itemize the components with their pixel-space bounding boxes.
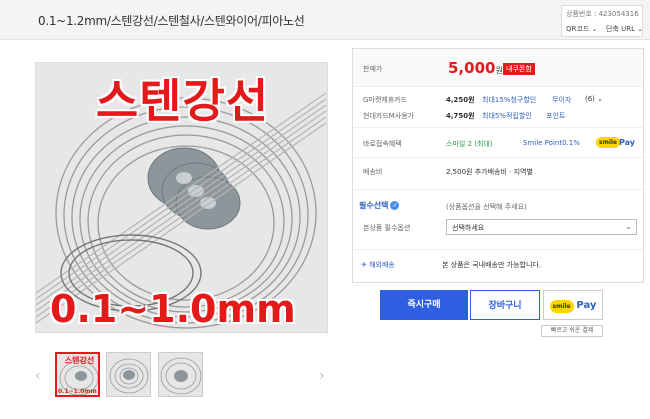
smile-pay-badge: smile [596,137,621,148]
required-option-hint: (상품옵션을 선택해 주세요) [446,203,527,211]
card1-interest-free-link[interactable]: 무이자 [552,95,571,105]
product-number: 상품번호 : 423054316 [566,10,639,18]
product-title: 0.1~1.2mm/스텐강선/스텐철사/스텐와이어/피아노선 [38,14,305,28]
pay-logo-text: Pay [576,300,597,311]
qr-code-button[interactable]: QR코드 ⌄ [566,24,597,34]
card1-months-select[interactable]: (6) ⌄ [585,95,603,103]
overseas-shipping-value: 본 상품은 국내배송만 가능합니다. [442,261,542,269]
title-bar: 0.1~1.2mm/스텐강선/스텐철사/스텐와이어/피아노선 상품번호 : 42… [0,0,650,40]
benefit-smile-point: Smile Point0.1% [523,139,580,147]
card2-label: 현대카드M사용가 [363,112,415,120]
add-to-cart-button[interactable]: 장바구니 [470,290,540,320]
price-unit: 원 [495,66,503,75]
option-label: 본상품 필수옵션 [363,224,411,232]
card2-price: 4,750원 [446,112,475,120]
divider [353,189,643,190]
thumbnail-next-button[interactable]: › [319,368,325,384]
shipping-value: 2,500원 추가배송비 · 지역별 [446,168,533,176]
required-option-title: 필수선택 ✓ [359,200,400,211]
option-select[interactable]: 선택하세요 ⌄ [446,219,637,235]
smile-pay-text: Pay [619,138,636,147]
divider [353,127,643,128]
overseas-shipping-label: ✈ 해외배송 [361,260,395,270]
chevron-down-icon: ⌄ [625,222,632,231]
required-option-label: 필수선택 [359,201,389,210]
card2-discount-link[interactable]: 최대5%적립할인 [482,111,532,121]
card1-discount-link[interactable]: 최대15%청구할인 [482,95,536,105]
thumbnail-1[interactable]: 스텐강선 0.1~1.0mm [55,352,100,397]
product-info-panel: 판매가 5,000원 내쿠폰함 G마켓제휴카드 4,250원 최대15%청구할인… [352,48,644,283]
price-value: 5,000원 [448,59,503,77]
thumbnail-coil-icon [160,357,202,395]
buy-now-button[interactable]: 즉시구매 [380,290,468,320]
thumbnail-range: 0.1~1.0mm [58,388,97,395]
short-url-button[interactable]: 단축 URL ⌄ [606,24,643,34]
divider [353,157,643,158]
benefit-label: 바로접속혜택 [363,140,402,148]
product-page: 0.1~1.2mm/스텐강선/스텐철사/스텐와이어/피아노선 상품번호 : 42… [0,0,650,419]
shipping-label: 배송비 [363,168,383,176]
plane-icon: ✈ [361,261,367,269]
thumbnail-title: 스텐강선 [64,356,95,365]
card2-point-link[interactable]: 포인트 [546,111,565,121]
fast-pay-note: 빠르고 쉬운 결제 [541,325,603,337]
divider [353,249,643,250]
price-number: 5,000 [448,59,496,77]
thumbnail-3[interactable] [158,352,203,397]
thumbnail-2[interactable] [106,352,151,397]
image-range-text: 0.1~1.0mm [50,287,296,331]
benefit-smile-cash: 스마일 2 (최대) [446,140,493,148]
card1-price: 4,250원 [446,96,475,104]
thumbnail-coil-icon [109,358,149,394]
check-icon: ✓ [390,201,400,210]
overseas-label-text: 해외배송 [369,261,395,269]
main-product-image[interactable]: 스텐강선 0.1~1.0mm [35,62,328,333]
smile-pay-button[interactable]: smile Pay [543,290,603,320]
price-area: 판매가 5,000원 내쿠폰함 [353,49,643,87]
product-number-box: 상품번호 : 423054316 QR코드 ⌄ 단축 URL ⌄ [561,5,643,37]
image-title-text: 스텐강선 [95,74,270,128]
thumbnail-prev-button[interactable]: ‹ [35,368,41,384]
coupon-button[interactable]: 내쿠폰함 [503,63,535,75]
price-label: 판매가 [363,65,383,73]
card1-label: G마켓제휴카드 [363,96,408,104]
option-select-value: 선택하세요 [452,224,485,232]
smile-logo: smile [549,299,574,313]
